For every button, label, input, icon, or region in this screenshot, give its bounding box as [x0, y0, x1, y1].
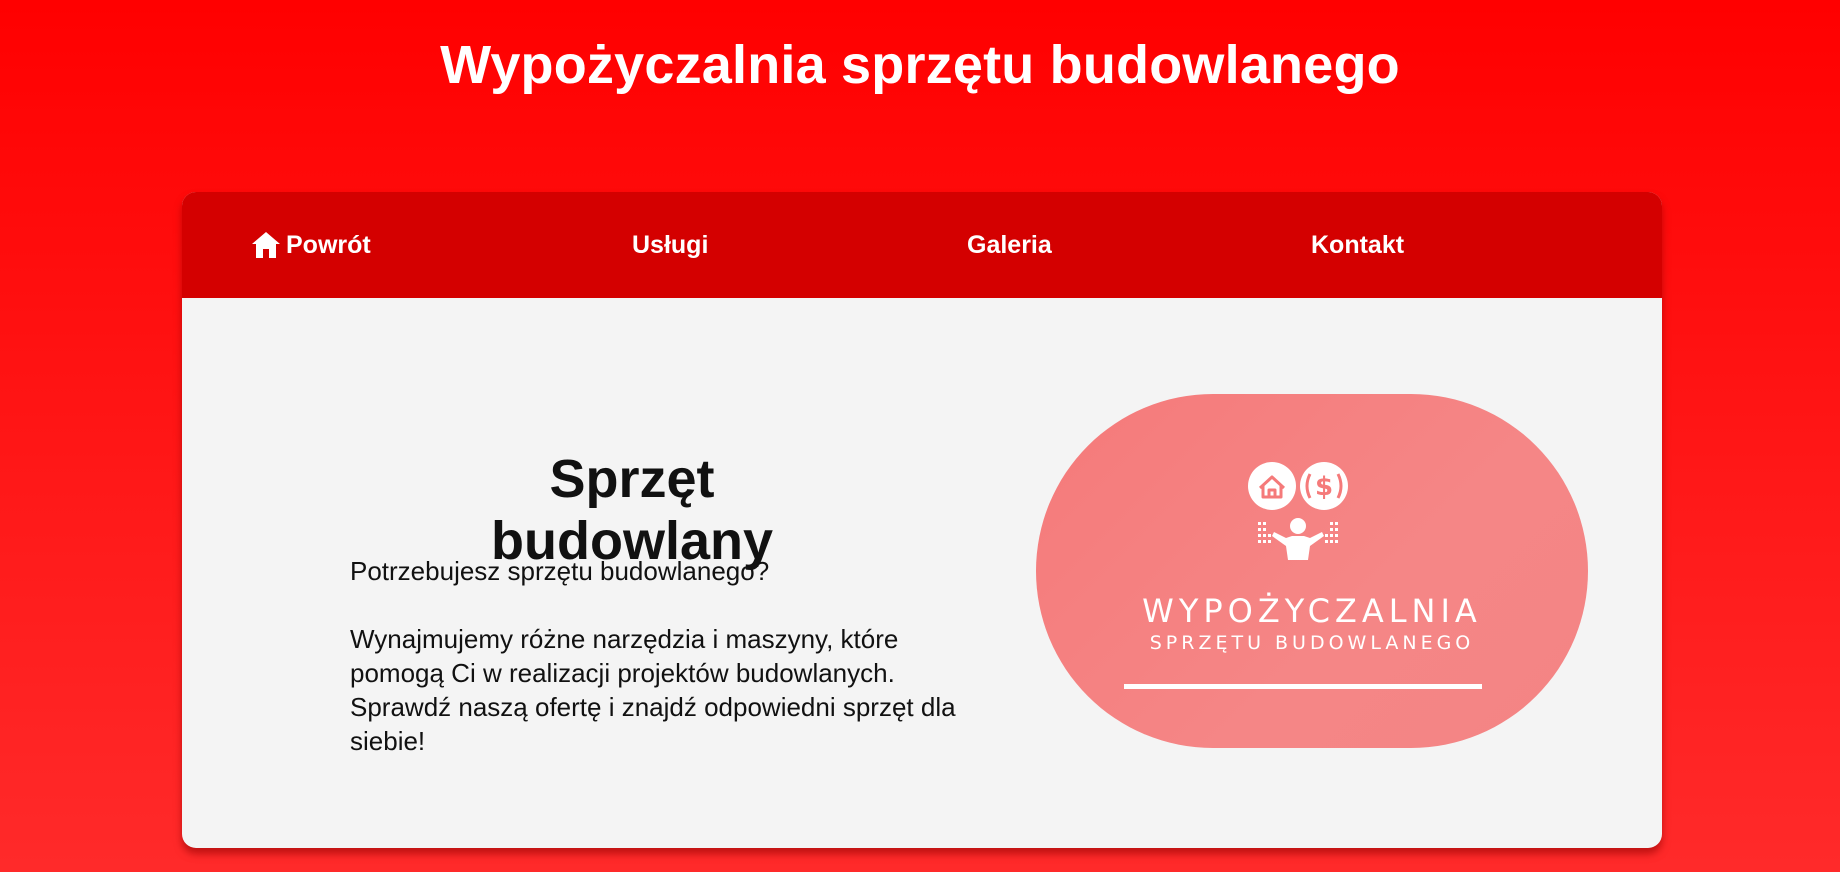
company-logo: $ WYPOŻYCZALNIA SPRZĘTU BUDOWLANEGO [1036, 394, 1588, 748]
house-icon [1248, 462, 1296, 510]
dollar-icon: $ [1300, 462, 1348, 510]
person-icon [1258, 518, 1338, 560]
nav-item-back[interactable]: Powrót [250, 192, 371, 298]
nav-item-contact[interactable]: Kontakt [1311, 192, 1404, 298]
nav-item-label: Kontakt [1311, 230, 1405, 259]
hero-paragraph-offer: Wynajmujemy różne narzędzia i maszyny, k… [350, 624, 956, 756]
nav-item-gallery[interactable]: Galeria [967, 192, 1052, 298]
svg-text:$: $ [1315, 472, 1333, 502]
hero-description: Potrzebujesz sprzętu budowlanego? Wynajm… [350, 554, 990, 758]
logo-underline [1124, 684, 1482, 689]
nav-item-label: Usługi [632, 230, 709, 259]
logo-graphic: $ [1248, 462, 1348, 560]
home-icon [252, 232, 280, 258]
nav-item-label: Galeria [967, 230, 1052, 259]
nav-item-label: Powrót [286, 230, 371, 259]
main-card: Powrót Usługi Galeria Kontakt Sprzęt bud… [182, 192, 1662, 848]
site-title: Wypożyczalnia sprzętu budowlanego [440, 35, 1400, 95]
logo-text-primary: WYPOŻYCZALNIA [1142, 592, 1482, 630]
nav-item-services[interactable]: Usługi [632, 192, 708, 298]
hero-section: Sprzęt budowlany Potrzebujesz sprzętu bu… [182, 298, 1662, 848]
main-nav: Powrót Usługi Galeria Kontakt [182, 192, 1662, 298]
logo-text-secondary: SPRZĘTU BUDOWLANEGO [1149, 632, 1475, 654]
hero-paragraph-question: Potrzebujesz sprzętu budowlanego? [350, 556, 770, 586]
